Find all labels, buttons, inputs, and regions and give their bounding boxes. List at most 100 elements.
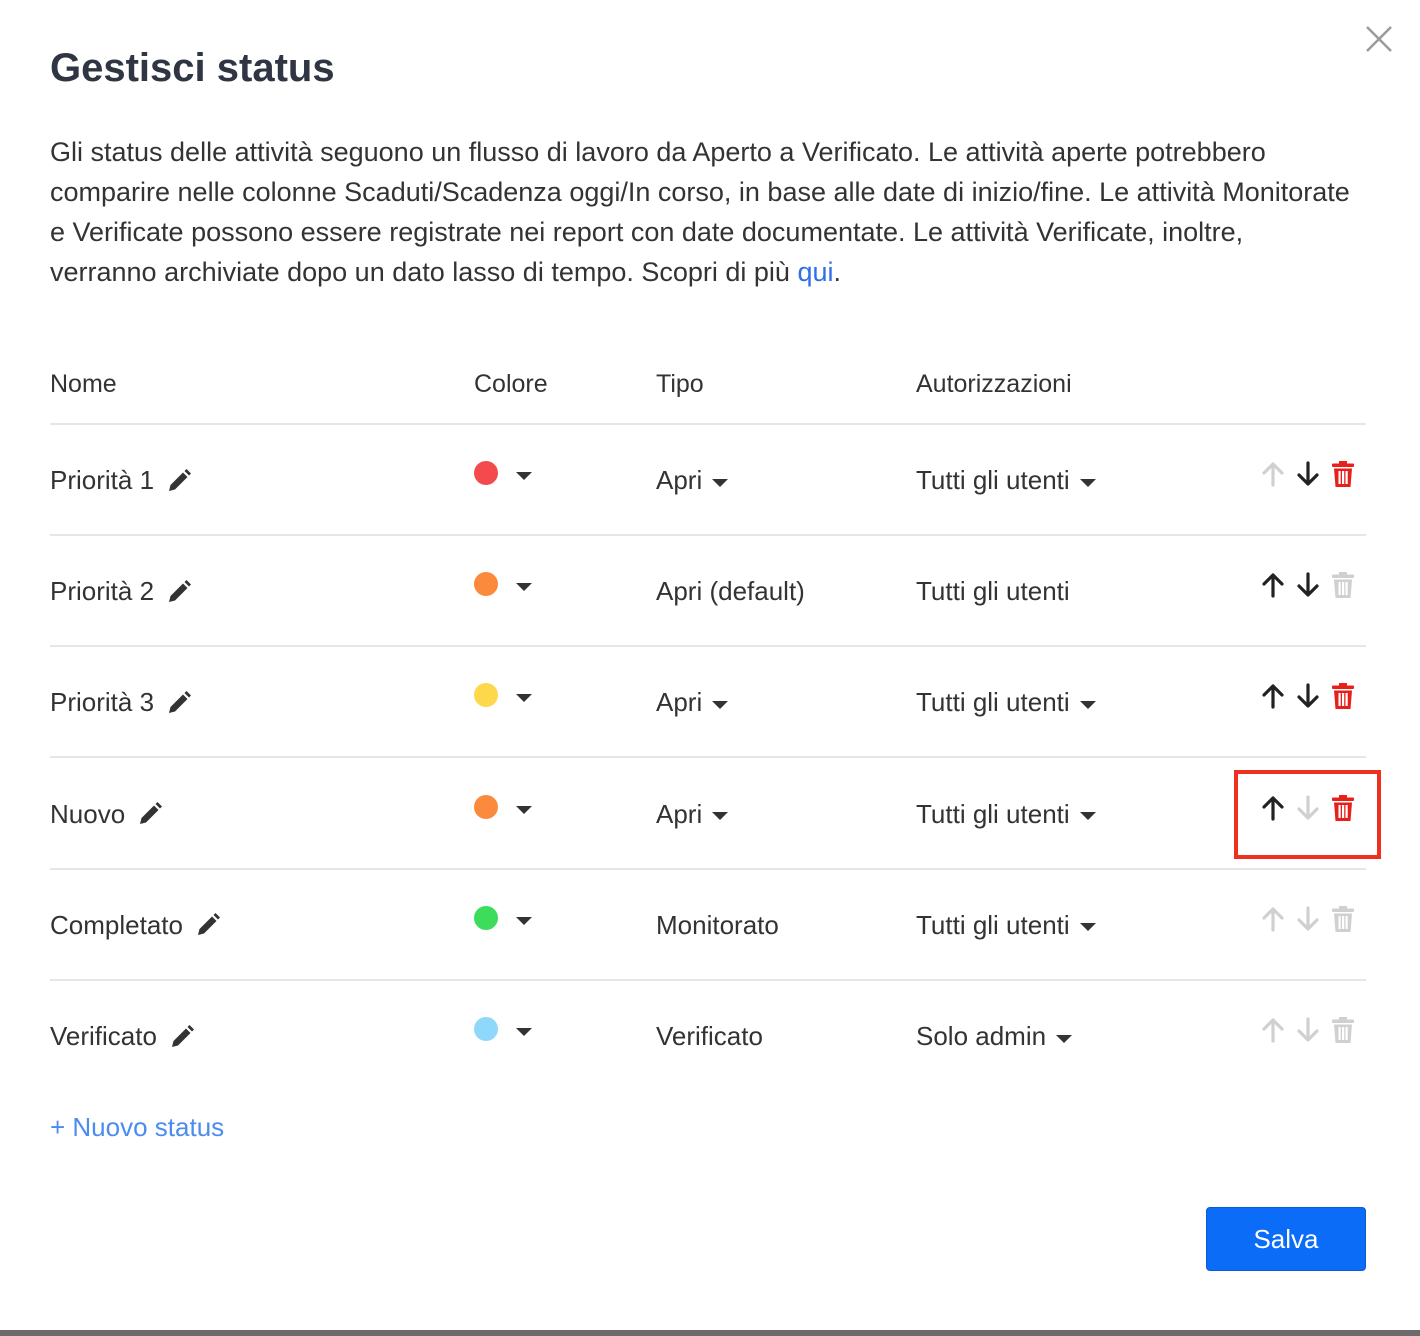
- pencil-icon[interactable]: [137, 801, 163, 827]
- status-color-dot[interactable]: [474, 905, 498, 930]
- status-color-dot[interactable]: [474, 572, 498, 597]
- highlight-box: [1234, 770, 1381, 859]
- header-type: Tipo: [656, 370, 704, 398]
- type-label: Apri: [656, 687, 703, 718]
- type-label: Verificato: [656, 1021, 763, 1051]
- row-actions: [1258, 459, 1368, 489]
- permissions-label: Tutti gli utenti: [916, 576, 1070, 607]
- arrow-up-icon: [1258, 1015, 1288, 1045]
- row-actions: [1258, 904, 1368, 934]
- status-name-cell: Priorità 2: [50, 576, 192, 607]
- permissions-cell[interactable]: Tutti gli utenti: [916, 799, 1096, 830]
- save-button[interactable]: Salva: [1206, 1207, 1366, 1271]
- caret-down-icon: [1079, 812, 1096, 821]
- status-color-dot[interactable]: [474, 794, 498, 819]
- arrow-up-icon: [1258, 459, 1288, 489]
- permissions-label: Tutti gli utenti: [916, 798, 1070, 829]
- permissions-cell[interactable]: Tutti gli utenti: [916, 910, 1096, 941]
- caret-down-icon: [712, 812, 729, 821]
- arrow-down-icon: [1293, 1015, 1323, 1045]
- type-label: Monitorato: [656, 909, 779, 940]
- status-color-dot[interactable]: [474, 461, 498, 485]
- arrow-up-icon[interactable]: [1258, 681, 1288, 711]
- permissions-cell[interactable]: Solo admin: [916, 1021, 1073, 1052]
- learn-more-link[interactable]: qui: [797, 257, 833, 287]
- permissions-cell[interactable]: Tutti gli utenti: [916, 465, 1096, 496]
- status-name-cell: Completato: [50, 910, 221, 941]
- status-name-cell: Nuovo: [50, 799, 163, 830]
- type-cell[interactable]: Apri: [656, 798, 729, 830]
- permissions-cell: Tutti gli utenti: [916, 576, 1070, 607]
- header-name: Nome: [50, 370, 117, 398]
- permissions-label: Solo admin: [916, 1021, 1047, 1051]
- permissions-label: Tutti gli utenti: [916, 465, 1070, 495]
- arrow-down-icon[interactable]: [1293, 681, 1323, 711]
- color-dropdown-chevron-icon[interactable]: [512, 797, 536, 821]
- status-name: Completato: [50, 909, 183, 940]
- add-status-link[interactable]: + Nuovo status: [50, 1112, 224, 1143]
- pencil-icon[interactable]: [195, 912, 221, 938]
- bottom-strip: [0, 1330, 1420, 1336]
- manage-status-dialog: Gestisci status Gli status delle attivit…: [0, 0, 1420, 1330]
- status-name: Nuovo: [50, 798, 126, 829]
- pencil-icon[interactable]: [166, 690, 192, 716]
- caret-down-icon: [712, 478, 729, 487]
- row-actions: [1258, 1015, 1368, 1045]
- row-actions: [1258, 681, 1368, 711]
- caret-down-icon: [1079, 923, 1096, 932]
- dialog-title: Gestisci status: [50, 46, 335, 90]
- header-permissions: Autorizzazioni: [916, 370, 1072, 398]
- status-name: Priorità 3: [50, 687, 155, 718]
- arrow-down-icon[interactable]: [1293, 570, 1323, 600]
- status-name: Verificato: [50, 1021, 157, 1051]
- type-label: Apri: [656, 798, 703, 829]
- pencil-icon[interactable]: [166, 579, 192, 605]
- dialog-description: Gli status delle attività seguono un flu…: [50, 132, 1350, 292]
- status-name: Priorità 1: [50, 465, 155, 495]
- status-name-cell: Verificato: [50, 1021, 195, 1052]
- caret-down-icon: [712, 700, 729, 709]
- close-icon: [1366, 26, 1392, 52]
- type-cell[interactable]: Apri: [656, 465, 729, 496]
- color-dropdown-chevron-icon[interactable]: [512, 463, 536, 487]
- pencil-icon[interactable]: [166, 468, 192, 494]
- trash-icon: [1328, 1015, 1358, 1045]
- arrow-up-icon[interactable]: [1258, 570, 1288, 600]
- type-cell: Verificato: [656, 1021, 763, 1052]
- arrow-up-icon: [1258, 904, 1288, 934]
- type-label: Apri (default): [656, 576, 805, 607]
- description-text: Gli status delle attività seguono un flu…: [50, 137, 1350, 287]
- color-dropdown-chevron-icon[interactable]: [512, 908, 536, 932]
- trash-icon[interactable]: [1328, 681, 1358, 711]
- caret-down-icon: [1056, 1034, 1073, 1043]
- pencil-icon[interactable]: [169, 1024, 195, 1050]
- trash-icon: [1328, 904, 1358, 934]
- description-end: .: [833, 257, 841, 287]
- color-dropdown-chevron-icon[interactable]: [512, 1019, 536, 1043]
- status-name-cell: Priorità 3: [50, 687, 192, 718]
- row-actions: [1258, 570, 1368, 600]
- table-row: Completato Monitorato Tutti gli utenti: [0, 870, 1420, 981]
- permissions-label: Tutti gli utenti: [916, 909, 1070, 940]
- table-row: Priorità 2 Apri (default) Tutti gli utenti: [0, 536, 1420, 648]
- permissions-label: Tutti gli utenti: [916, 687, 1070, 718]
- status-color-dot[interactable]: [474, 1017, 498, 1041]
- close-button[interactable]: [1362, 22, 1396, 56]
- arrow-down-icon: [1293, 904, 1323, 934]
- header-color: Colore: [474, 370, 548, 398]
- status-name: Priorità 2: [50, 576, 155, 607]
- trash-icon[interactable]: [1328, 459, 1358, 489]
- status-color-dot[interactable]: [474, 683, 498, 708]
- trash-icon: [1328, 570, 1358, 600]
- permissions-cell[interactable]: Tutti gli utenti: [916, 687, 1096, 718]
- type-label: Apri: [656, 465, 703, 495]
- arrow-down-icon[interactable]: [1293, 459, 1323, 489]
- table-row: Nuovo Apri Tutti gli utenti: [0, 759, 1420, 870]
- type-cell: Apri (default): [656, 576, 805, 607]
- color-dropdown-chevron-icon[interactable]: [512, 574, 536, 598]
- color-dropdown-chevron-icon[interactable]: [512, 685, 536, 709]
- table-row: Verificato Verificato Solo admin: [0, 981, 1420, 1092]
- status-name-cell: Priorità 1: [50, 465, 192, 496]
- type-cell[interactable]: Apri: [656, 687, 729, 718]
- table-row: Priorità 1 Apri Tutti gli utenti: [0, 425, 1420, 536]
